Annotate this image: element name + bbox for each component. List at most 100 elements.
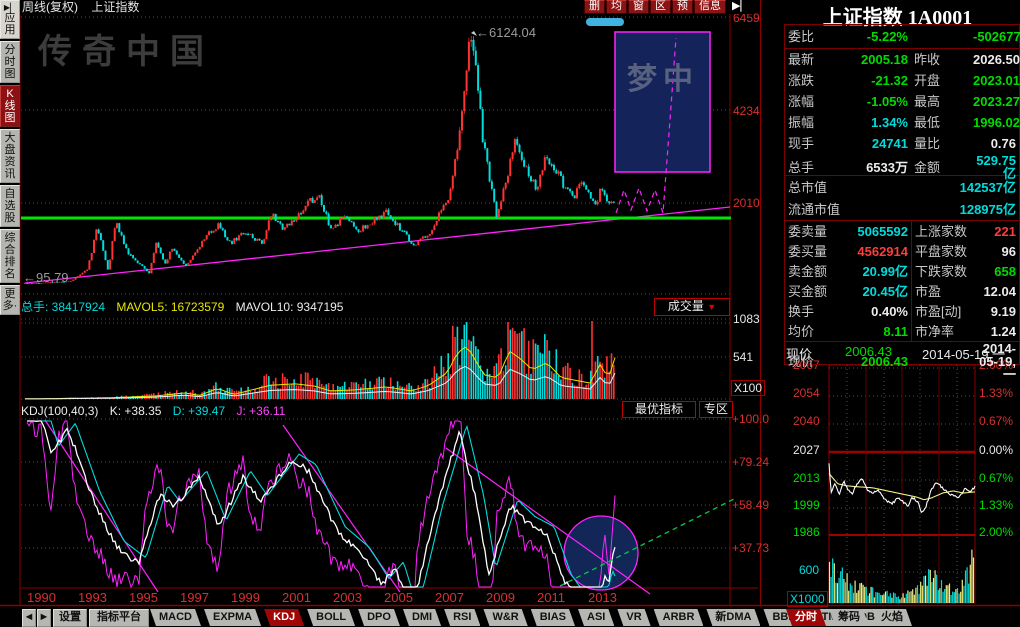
kdj-formula-label: KDJ(100,40,3) bbox=[21, 404, 98, 418]
quote-cell: 最高 bbox=[911, 95, 973, 108]
ma-button[interactable]: 均 bbox=[606, 0, 627, 14]
period-label: 周线(复权) bbox=[22, 0, 78, 14]
quote-cell: 20.99亿 bbox=[843, 265, 911, 278]
indicator-platform-button[interactable]: 指标平台 bbox=[89, 609, 149, 627]
peak-annotation: ←6124.04 bbox=[476, 25, 536, 40]
sidebar-item-watchlist[interactable]: 自选股 bbox=[0, 185, 20, 227]
quote-cell: 下跌家数 bbox=[911, 261, 973, 281]
quote-row-2: 涨跌-21.32开盘2023.01 bbox=[785, 70, 1019, 91]
chevron-down-icon: ▼ bbox=[707, 302, 716, 312]
indicator-select[interactable]: 成交量 ▼ bbox=[654, 298, 730, 316]
main-y-tick: 4234 bbox=[733, 104, 760, 118]
quote-row-15: 现价2006.432014-05-19,一 bbox=[785, 342, 1019, 364]
quote-cell: 涨跌 bbox=[785, 74, 843, 87]
left-sidebar: ▶▏ 应用 分时图 K线图 大盘资讯 自选股 综合排名 更多· bbox=[0, 0, 20, 317]
quote-cell: 市净率 bbox=[911, 321, 973, 341]
app-window: { "main_header":{"period":"周线(复权)","symb… bbox=[0, 0, 1020, 627]
year-tick: 2003 bbox=[333, 590, 362, 605]
collapse-arrow-icon[interactable]: ▶▏ bbox=[727, 0, 754, 14]
info-button[interactable]: 信息 bbox=[694, 0, 726, 14]
quote-cell: 均价 bbox=[785, 325, 843, 338]
sidebar-item-market-news[interactable]: 大盘资讯 bbox=[0, 129, 20, 183]
best-indicator-button[interactable]: 最优指标 bbox=[622, 401, 696, 418]
quote-cell: 529.75亿 bbox=[973, 154, 1019, 180]
total-volume-label: 总手: 38417924 bbox=[21, 300, 105, 314]
tab-DPO[interactable]: DPO bbox=[358, 609, 400, 626]
tab-MACD[interactable]: MACD bbox=[150, 609, 201, 626]
prev-arrow-button[interactable]: ◄ bbox=[22, 609, 36, 627]
sidebar-item-more[interactable]: 更多· bbox=[0, 285, 20, 315]
quote-cell: 总市值 bbox=[785, 181, 905, 194]
sidebar-item-apps[interactable]: ▶▏ 应用 bbox=[0, 0, 20, 39]
year-tick: 1993 bbox=[78, 590, 107, 605]
quote-row-4: 振幅1.34%最低1996.02 bbox=[785, 112, 1019, 133]
zone-panel-button[interactable]: 专区 bbox=[699, 401, 733, 418]
quote-cell: 24741 bbox=[843, 137, 911, 150]
volume-y-tick: 541 bbox=[733, 350, 753, 364]
settings-button[interactable]: 设置 bbox=[53, 609, 87, 627]
tab-W&R[interactable]: W&R bbox=[483, 609, 527, 626]
tab-EXPMA[interactable]: EXPMA bbox=[204, 609, 261, 626]
tab-分时[interactable]: 分时 bbox=[786, 609, 826, 626]
main-y-tick: 2010 bbox=[733, 196, 760, 210]
quote-panel: 委比-5.22%-502677最新2005.18昨收2026.50涨跌-21.3… bbox=[784, 24, 1020, 365]
tab-BOLL[interactable]: BOLL bbox=[307, 609, 355, 626]
forecast-button[interactable]: 预 bbox=[672, 0, 693, 14]
tab-BIAS[interactable]: BIAS bbox=[531, 609, 575, 626]
zone-button[interactable]: 区 bbox=[650, 0, 671, 14]
next-arrow-button[interactable]: ► bbox=[37, 609, 51, 627]
tab-新DMA[interactable]: 新DMA bbox=[706, 609, 760, 626]
sidebar-item-ranking[interactable]: 综合排名 bbox=[0, 229, 20, 283]
quote-cell: 9.19 bbox=[973, 305, 1019, 318]
quote-cell: 128975亿 bbox=[905, 203, 1019, 216]
quote-row-10: 委买量4562914平盘家数96 bbox=[785, 241, 1019, 261]
tab-VR[interactable]: VR bbox=[617, 609, 650, 626]
low-annotation: ←95.79 bbox=[23, 270, 69, 285]
year-tick: 1995 bbox=[129, 590, 158, 605]
tab-RSI[interactable]: RSI bbox=[444, 609, 480, 626]
kdj-j-value: J: +36.11 bbox=[237, 404, 286, 418]
kdj-d-value: D: +39.47 bbox=[173, 404, 225, 418]
tab-ASI[interactable]: ASI bbox=[578, 609, 614, 626]
volume-bars bbox=[25, 321, 615, 399]
volume-header: 总手: 38417924 MAVOL5: 16723579 MAVOL10: 9… bbox=[21, 297, 758, 318]
tab-火焰[interactable]: 火焰 bbox=[872, 609, 912, 626]
delete-button[interactable]: 删 bbox=[584, 0, 605, 14]
quote-cell: 最新 bbox=[785, 53, 843, 66]
kdj-k-value: K: +38.35 bbox=[110, 404, 162, 418]
quote-row-11: 卖金额20.99亿下跌家数658 bbox=[785, 261, 1019, 281]
quote-cell: 振幅 bbox=[785, 116, 843, 129]
bottom-toolbar: ◄ ► 设置 指标平台 MACDEXPMAKDJBOLLDPODMIRSIW&R… bbox=[0, 607, 1020, 627]
quote-row-6: 总手6533万金额529.75亿 bbox=[785, 154, 1019, 176]
quote-cell: 1.34% bbox=[843, 116, 911, 129]
quote-cell: 1996.02 bbox=[973, 116, 1020, 129]
quote-row-8: 流通市值128975亿 bbox=[785, 198, 1019, 221]
mavol10-label: MAVOL10: 9347195 bbox=[236, 300, 344, 314]
sidebar-item-kline[interactable]: K线图 bbox=[0, 85, 20, 127]
tab-DMI[interactable]: DMI bbox=[403, 609, 441, 626]
quote-row-9: 委卖量5065592上涨家数221 bbox=[785, 221, 1019, 241]
volume-y-tick: 1083 bbox=[733, 312, 760, 326]
watermark-text: 传奇中国 bbox=[38, 24, 214, 73]
window-button[interactable]: 窗 bbox=[628, 0, 649, 14]
quote-cell: 买金额 bbox=[785, 285, 843, 298]
quote-cell: 委买量 bbox=[785, 245, 843, 258]
intraday-pct-tick: 1.33% bbox=[979, 386, 1013, 400]
quote-cell: 1.24 bbox=[973, 325, 1019, 338]
quote-cell: 2006.43 bbox=[843, 355, 911, 368]
quote-cell: 2026.50 bbox=[973, 53, 1020, 66]
scrollbar-thumb[interactable] bbox=[586, 18, 624, 26]
sidebar-item-intraday[interactable]: 分时图 bbox=[0, 41, 20, 83]
quote-cell: -21.32 bbox=[843, 74, 911, 87]
quote-cell: 现价 bbox=[785, 355, 843, 368]
intraday-pct-tick: 2.00% bbox=[979, 525, 1013, 539]
kdj-y-tick: +58.49 bbox=[732, 498, 769, 512]
quote-cell: 658 bbox=[973, 265, 1019, 278]
quote-row-3: 涨幅-1.05%最高2023.27 bbox=[785, 91, 1019, 112]
quote-cell: 现手 bbox=[785, 137, 843, 150]
tab-KDJ[interactable]: KDJ bbox=[264, 609, 304, 626]
quote-row-5: 现手24741量比0.76 bbox=[785, 133, 1019, 154]
tab-筹码[interactable]: 筹码 bbox=[829, 609, 869, 626]
intraday-panel bbox=[829, 365, 975, 603]
tab-ARBR[interactable]: ARBR bbox=[654, 609, 704, 626]
